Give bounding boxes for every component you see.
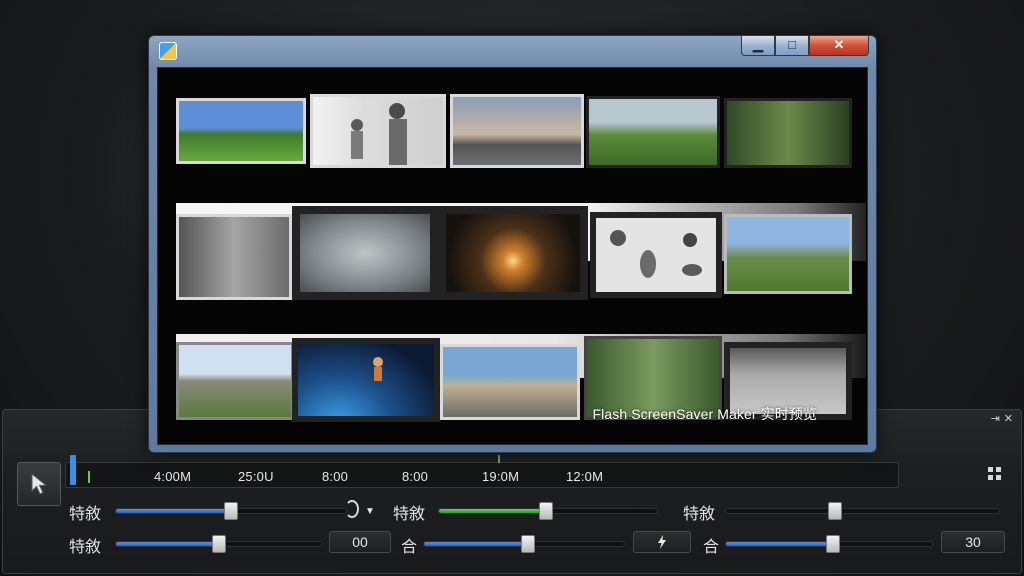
slider-knob[interactable] bbox=[828, 502, 843, 520]
effect-slider-2[interactable] bbox=[438, 502, 658, 520]
effect-label: 特敘 bbox=[69, 504, 102, 523]
photo-tile-plain bbox=[724, 214, 852, 294]
effect-slider-4[interactable] bbox=[115, 535, 323, 553]
lightning-icon bbox=[658, 535, 666, 549]
photo-tile-hills bbox=[586, 96, 720, 168]
timeline-time-label: 4:00M bbox=[154, 469, 192, 484]
lightning-button[interactable] bbox=[633, 531, 691, 553]
rotate-icon[interactable] bbox=[345, 500, 359, 518]
value-field-1[interactable]: 00 bbox=[329, 531, 391, 553]
photo-tile-mist bbox=[292, 206, 438, 300]
effect-label: 合 bbox=[703, 537, 720, 556]
close-button[interactable]: ✕ bbox=[809, 36, 869, 56]
timeline-playhead[interactable] bbox=[70, 455, 76, 485]
panel-close-button[interactable]: ✕ bbox=[1004, 412, 1013, 425]
photo-tile-sunset-road bbox=[450, 94, 584, 168]
timeline-marker bbox=[498, 455, 500, 463]
timeline-time-label: 19:0M bbox=[482, 469, 520, 484]
cursor-arrow-icon bbox=[31, 473, 48, 495]
photo-tile-earth bbox=[292, 338, 440, 422]
slider-knob[interactable] bbox=[826, 535, 841, 553]
grid-layout-icon[interactable] bbox=[987, 466, 1003, 482]
slider-fill bbox=[439, 509, 546, 513]
slider-knob[interactable] bbox=[538, 502, 553, 520]
value-field-2[interactable]: 30 bbox=[941, 531, 1005, 553]
minimize-button[interactable]: ▁ bbox=[741, 36, 775, 56]
chevron-down-icon[interactable]: ▼ bbox=[365, 506, 375, 517]
photo-tile-family bbox=[310, 94, 446, 168]
timeline-time-label: 8:00 bbox=[402, 469, 429, 484]
photo-tile-highway bbox=[440, 344, 580, 420]
preview-stage: Flash ScreenSaver Maker 实时预览 bbox=[157, 67, 868, 445]
timeline-time-label: 8:00 bbox=[322, 469, 349, 484]
slider-knob[interactable] bbox=[521, 535, 535, 553]
effect-label: 特敘 bbox=[69, 537, 102, 556]
preview-caption: Flash ScreenSaver Maker 实时预览 bbox=[592, 406, 817, 422]
slider-knob[interactable] bbox=[224, 502, 238, 520]
photo-tile-sun bbox=[438, 206, 588, 300]
slider-fill bbox=[726, 542, 834, 546]
effect-slider-1[interactable] bbox=[115, 502, 347, 520]
timeline-keyframe-tick bbox=[88, 471, 90, 483]
astronaut-figure bbox=[373, 357, 383, 381]
photo-tile-forest-path bbox=[724, 98, 852, 168]
effects-row-2: 特敘 00 合 合 30 bbox=[3, 531, 1023, 557]
effect-slider-3[interactable] bbox=[725, 502, 1000, 520]
timeline-time-label: 25:0U bbox=[238, 469, 274, 484]
timeline-time-label: 12:0M bbox=[566, 469, 604, 484]
effect-label: 合 bbox=[401, 537, 418, 556]
preview-window: ▁ □ ✕ Flash ScreenSaver Maker 实时预览 bbox=[148, 35, 877, 453]
people-silhouette bbox=[351, 103, 407, 165]
photo-tile-house bbox=[176, 342, 294, 420]
effect-label: 特敘 bbox=[683, 504, 716, 523]
effect-slider-5[interactable] bbox=[423, 535, 625, 553]
slider-fill bbox=[116, 509, 231, 513]
effect-label: 特敘 bbox=[393, 504, 426, 523]
panel-window-buttons: ⇥ ✕ bbox=[991, 412, 1013, 425]
slider-knob[interactable] bbox=[212, 535, 226, 553]
effect-slider-6[interactable] bbox=[725, 535, 933, 553]
window-titlebar[interactable]: ▁ □ ✕ bbox=[149, 36, 876, 66]
app-icon bbox=[159, 42, 177, 60]
panel-pin-button[interactable]: ⇥ bbox=[991, 412, 1000, 425]
photo-tile-meadow bbox=[176, 98, 306, 164]
effects-row-1: 特敘 ▼ 特敘 特敘 bbox=[3, 498, 1023, 524]
photo-tile-teacups bbox=[590, 212, 722, 298]
maximize-button[interactable]: □ bbox=[775, 36, 809, 56]
photo-tile-alley bbox=[176, 214, 292, 300]
slider-fill bbox=[116, 542, 219, 546]
timeline-track[interactable]: 4:00M 25:0U 8:00 8:00 19:0M 12:0M bbox=[65, 455, 899, 488]
slider-fill bbox=[424, 542, 528, 546]
teacup-drawing bbox=[610, 230, 702, 278]
